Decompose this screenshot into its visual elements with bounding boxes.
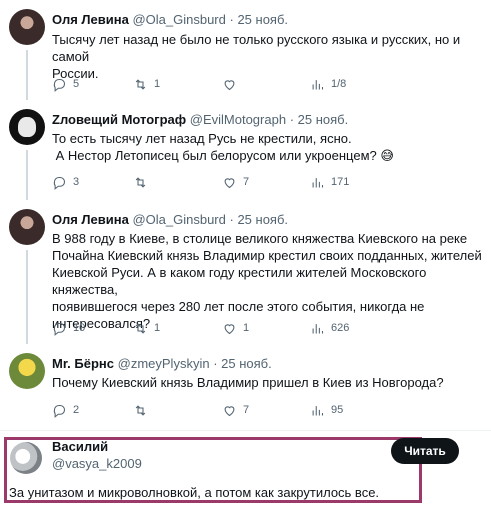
thread-line — [26, 250, 28, 344]
tweet-text-line: Почему Киевский князь Владимир пришел в … — [52, 375, 444, 390]
action-bar: 3 7 171 — [52, 173, 482, 191]
views-count: 1/8 — [331, 78, 347, 90]
tweet-text-line: То есть тысячу лет назад Русь не крестил… — [52, 131, 352, 146]
action-bar: 2 7 95 — [52, 401, 482, 419]
views-button[interactable]: 171 — [310, 173, 349, 191]
retweet-count: 1 — [154, 78, 161, 90]
views-icon — [312, 79, 324, 89]
retweet-button[interactable]: 1 — [133, 75, 160, 93]
views-count: 95 — [331, 404, 344, 416]
like-button[interactable]: 7 — [222, 401, 249, 419]
heart-icon — [224, 405, 235, 416]
avatar[interactable] — [9, 209, 45, 245]
separator-dot: · — [289, 112, 295, 127]
tweet-date[interactable]: 25 нояб. — [237, 12, 288, 27]
tweet-text-line: Киевской Руси. А в каком году крестили ж… — [52, 265, 427, 297]
action-bar: 10 1 1 626 — [52, 319, 482, 337]
retweet-icon — [135, 176, 146, 188]
reply-icon — [53, 322, 66, 336]
avatar[interactable] — [9, 109, 45, 145]
views-icon — [312, 405, 324, 415]
views-count: 626 — [331, 322, 350, 334]
like-button[interactable]: 7 — [222, 173, 249, 191]
avatar[interactable] — [9, 353, 45, 389]
tweet-1[interactable]: Оля Левина @Ola_Ginsburd · 25 нояб. Тыся… — [0, 0, 491, 100]
heart-icon — [224, 177, 235, 188]
author-handle[interactable]: @vasya_k2009 — [52, 456, 142, 471]
author-handle[interactable]: @zmeyPlyskyin — [118, 356, 210, 371]
author-name[interactable]: Василий — [52, 439, 108, 454]
tweet-text-line: появившегося через 280 лет после этого с… — [52, 299, 425, 314]
thread-line — [26, 50, 28, 100]
views-icon — [312, 323, 324, 333]
reply-icon — [53, 78, 66, 92]
tweet-2[interactable]: Zловещий Мотограф @EvilMotograph · 25 но… — [0, 100, 491, 200]
like-button[interactable]: 1 — [222, 319, 249, 337]
tweet-header: Оля Левина @Ola_Ginsburd · 25 нояб. — [52, 212, 288, 228]
tweet-text: В 988 году в Киеве, в столице великого к… — [52, 230, 482, 332]
reply-button[interactable]: 2 — [52, 401, 79, 419]
avatar[interactable] — [9, 9, 45, 45]
like-count: 1 — [243, 322, 250, 334]
views-button[interactable]: 626 — [310, 319, 349, 337]
tweet-date[interactable]: 25 нояб. — [298, 112, 349, 127]
like-button[interactable] — [222, 75, 243, 93]
reply-button[interactable]: 3 — [52, 173, 79, 191]
tweet-date[interactable]: 25 нояб. — [221, 356, 272, 371]
views-count: 171 — [331, 176, 350, 188]
heart-icon — [224, 323, 235, 334]
separator-dot: · — [213, 356, 218, 371]
reply-icon — [53, 176, 66, 190]
avatar[interactable] — [10, 442, 42, 474]
tweet-3[interactable]: Оля Левина @Ola_Ginsburd · 25 нояб. В 98… — [0, 200, 491, 344]
author-name[interactable]: Zловещий Мотограф — [52, 112, 186, 127]
like-count: 7 — [243, 404, 250, 416]
tweet-header: Zловещий Мотограф @EvilMotograph · 25 но… — [52, 112, 348, 128]
tweet-text-line: А Нестор Летописец был белорусом или укр… — [52, 148, 394, 163]
read-button[interactable]: Читать — [391, 438, 459, 464]
author-handle[interactable]: @Ola_Ginsburd — [132, 212, 225, 227]
views-button[interactable]: 95 — [310, 401, 343, 419]
reply-count: 3 — [73, 176, 80, 188]
reply-count: 5 — [73, 78, 80, 90]
tweet-header: Оля Левина @Ola_Ginsburd · 25 нояб. — [52, 12, 288, 28]
reply-button[interactable]: 5 — [52, 75, 79, 93]
divider — [0, 430, 491, 431]
reply-button[interactable]: 10 — [52, 319, 85, 337]
separator-dot: · — [229, 212, 234, 227]
reply-icon — [53, 404, 66, 418]
author-name[interactable]: Оля Левина — [52, 212, 129, 227]
tweet-4[interactable]: Mr. Бёрнс @zmeyPlyskyin · 25 нояб. Почем… — [0, 344, 491, 432]
retweet-icon — [135, 322, 146, 334]
tweet-text: Почему Киевский князь Владимир пришел в … — [52, 374, 482, 391]
reply-count: 2 — [73, 404, 80, 416]
retweet-icon — [135, 404, 146, 416]
views-icon — [312, 177, 324, 187]
tweet-text: То есть тысячу лет назад Русь не крестил… — [52, 130, 482, 164]
views-button[interactable]: 1/8 — [310, 75, 346, 93]
tweet-date[interactable]: 25 нояб. — [237, 212, 288, 227]
like-count: 7 — [243, 176, 250, 188]
tweet-header: Mr. Бёрнс @zmeyPlyskyin · 25 нояб. — [52, 356, 272, 372]
retweet-count: 1 — [154, 322, 161, 334]
author-name[interactable]: Mr. Бёрнс — [52, 356, 114, 371]
author-handle[interactable]: @EvilMotograph — [190, 112, 286, 127]
retweet-button[interactable] — [133, 173, 154, 191]
tweet-text-line: В 988 году в Киеве, в столице великого к… — [52, 231, 468, 246]
retweet-button[interactable]: 1 — [133, 319, 160, 337]
tweet-text-line: Почайна Киевский князь Владимир крестил … — [52, 248, 482, 263]
tweet-text-line: Тысячу лет назад не было не только русск… — [52, 32, 461, 64]
author-handle[interactable]: @Ola_Ginsburd — [132, 12, 225, 27]
separator-dot: · — [229, 12, 234, 27]
reply-count: 10 — [73, 322, 86, 334]
heart-icon — [224, 79, 235, 90]
retweet-button[interactable] — [133, 401, 154, 419]
author-name[interactable]: Оля Левина — [52, 12, 129, 27]
reply-text: За унитазом и микроволновкой, а потом ка… — [9, 485, 380, 500]
retweet-icon — [135, 78, 146, 90]
thread-line — [26, 150, 28, 200]
action-bar: 5 1 1/8 — [52, 75, 482, 93]
